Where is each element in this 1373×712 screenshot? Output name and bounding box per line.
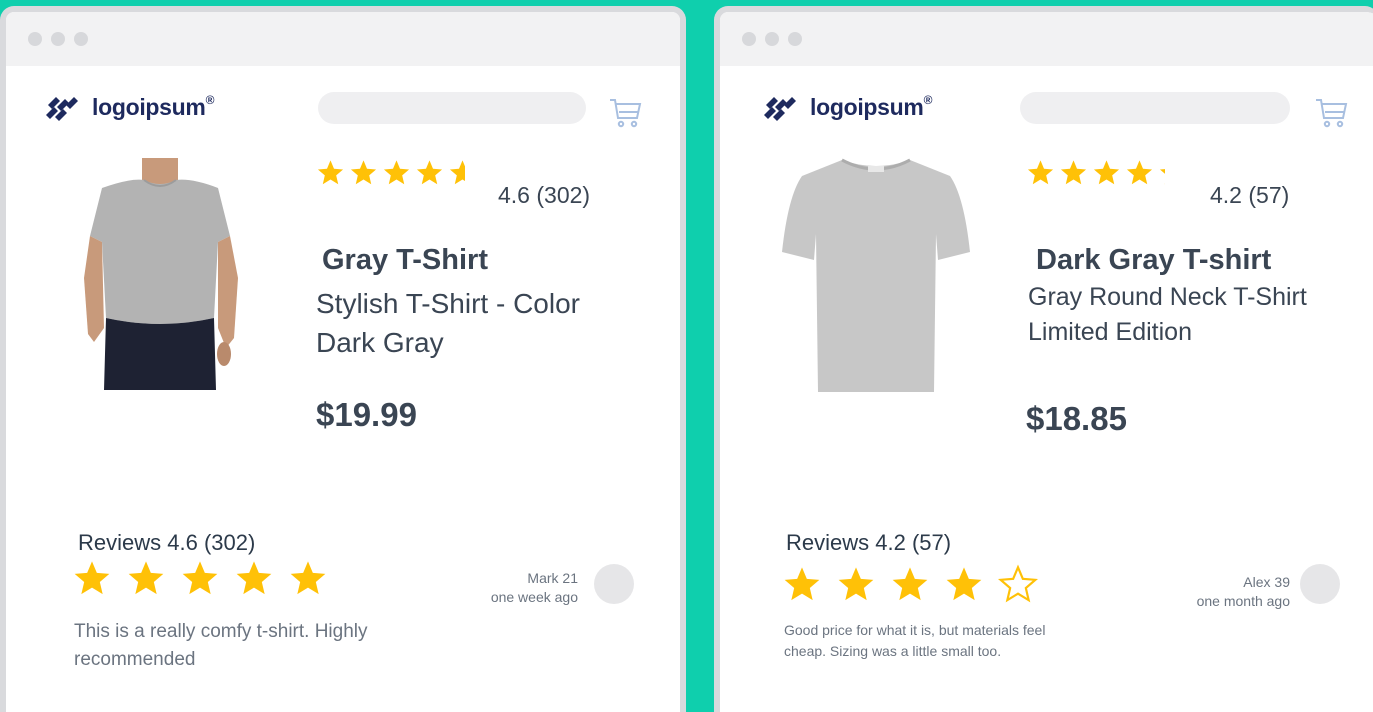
- star-icon: [317, 160, 344, 185]
- logoipsum-mark-icon: [764, 96, 796, 121]
- star-icon: [1093, 160, 1120, 185]
- product-rating-stars: [316, 158, 481, 187]
- review-author-block: Mark 21 one week ago: [428, 569, 578, 607]
- search-input[interactable]: [1020, 92, 1290, 124]
- star-icon: [784, 567, 820, 601]
- star-icon: [350, 160, 377, 185]
- reviews-heading: Reviews 4.6 (302): [78, 530, 256, 555]
- review-author: Mark 21: [527, 570, 578, 586]
- window-controls: [28, 32, 88, 46]
- star-icon: [946, 567, 982, 601]
- product-window-1: logoipsum® 4.6 (302) Gray T-Shirt Stylis…: [0, 6, 686, 712]
- brand-name: logoipsum®: [810, 93, 933, 120]
- review-stars: [72, 558, 342, 598]
- review-date: one month ago: [1196, 593, 1290, 609]
- shopping-cart-icon[interactable]: [608, 96, 642, 130]
- star-icon: [1126, 160, 1153, 185]
- avatar[interactable]: [594, 564, 634, 604]
- product-subtitle: Stylish T-Shirt - Color Dark Gray: [316, 288, 580, 358]
- product-rating-text: 4.6 (302): [498, 182, 591, 208]
- star-icon: [74, 561, 110, 595]
- star-icon: [290, 561, 326, 595]
- review-text: This is a really comfy t-shirt. Highly r…: [74, 621, 368, 670]
- star-icon: [236, 561, 272, 595]
- star-icon: [1159, 160, 1186, 185]
- star-icon: [1060, 160, 1087, 185]
- window-maximize-dot[interactable]: [788, 32, 802, 46]
- review-date: one week ago: [490, 589, 578, 605]
- brand-logo[interactable]: logoipsum®: [762, 93, 933, 121]
- avatar[interactable]: [1300, 564, 1340, 604]
- window-minimize-dot[interactable]: [765, 32, 779, 46]
- star-icon: [449, 160, 476, 185]
- star-icon: [892, 567, 928, 601]
- brand-logo[interactable]: logoipsum®: [44, 93, 215, 121]
- product-window-2: logoipsum® 4.2 (57) Dark Gray T-shirt Gr…: [714, 6, 1373, 712]
- star-icon: [1027, 160, 1054, 185]
- product-image: [782, 158, 970, 392]
- brand-name: logoipsum®: [92, 93, 215, 120]
- product-rating-text: 4.2 (57): [1210, 182, 1290, 208]
- window-close-dot[interactable]: [28, 32, 42, 46]
- product-title: Dark Gray T-shirt: [1036, 244, 1272, 276]
- star-icon: [416, 160, 443, 185]
- product-image: [84, 158, 238, 390]
- star-icon: [838, 567, 874, 601]
- product-price: $18.85: [1026, 400, 1127, 437]
- star-icon: [182, 561, 218, 595]
- review-author-block: Alex 39 one month ago: [1140, 573, 1290, 611]
- window-titlebar: [720, 12, 1373, 66]
- window-minimize-dot[interactable]: [51, 32, 65, 46]
- product-rating-stars: [1026, 158, 1191, 187]
- window-maximize-dot[interactable]: [74, 32, 88, 46]
- product-price: $19.99: [316, 396, 417, 433]
- window-controls: [742, 32, 802, 46]
- product-title: Gray T-Shirt: [322, 244, 488, 276]
- logoipsum-mark-icon: [46, 96, 78, 121]
- reviews-heading: Reviews 4.2 (57): [786, 530, 952, 555]
- star-icon: [383, 160, 410, 185]
- star-icon: [998, 564, 1038, 603]
- window-close-dot[interactable]: [742, 32, 756, 46]
- shopping-cart-icon[interactable]: [1314, 96, 1348, 130]
- review-author: Alex 39: [1243, 574, 1290, 590]
- window-titlebar: [6, 12, 680, 66]
- search-input[interactable]: [318, 92, 586, 124]
- product-subtitle: Gray Round Neck T-Shirt Limited Edition: [1028, 283, 1307, 346]
- review-stars: [782, 564, 1052, 604]
- review-text: Good price for what it is, but materials…: [784, 622, 1046, 659]
- star-icon: [128, 561, 164, 595]
